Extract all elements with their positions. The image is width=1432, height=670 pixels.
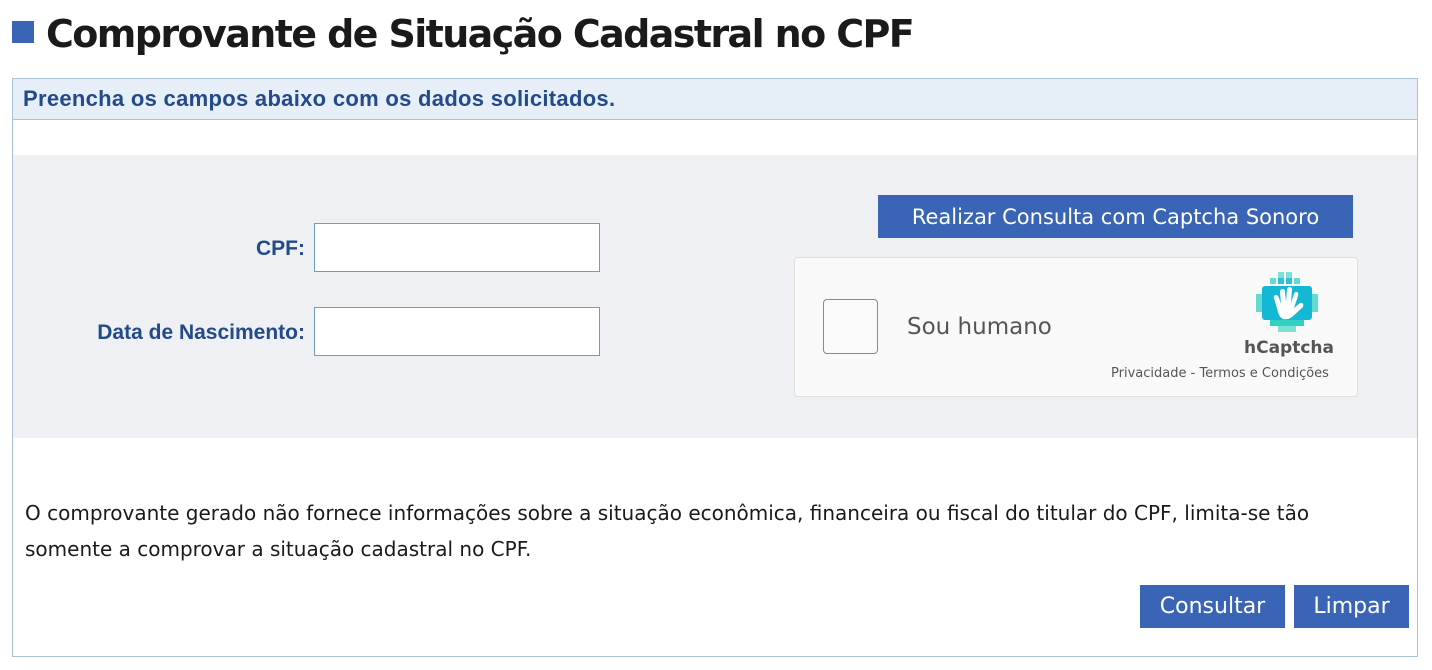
captcha-checkbox-label: Sou humano <box>907 314 1052 340</box>
hcaptcha-hand-icon <box>1256 272 1318 332</box>
disclaimer-text: O comprovante gerado não fornece informa… <box>25 501 1310 561</box>
captcha-checkbox[interactable] <box>823 299 878 354</box>
hcaptcha-widget: Sou humano hCaptcha Privacidade - Termos… <box>794 257 1358 397</box>
links-separator: - <box>1186 366 1200 381</box>
terms-link[interactable]: Termos e Condições <box>1199 366 1329 381</box>
panel-heading: Preencha os campos abaixo com os dados s… <box>13 79 1417 120</box>
cpf-input[interactable] <box>314 223 600 272</box>
submit-button[interactable]: Consultar <box>1140 585 1285 628</box>
page-header: Comprovante de Situação Cadastral no CPF <box>12 4 915 64</box>
hcaptcha-brand: hCaptcha <box>1244 338 1334 358</box>
panel-heading-text: Preencha os campos abaixo com os dados s… <box>23 86 616 111</box>
birth-date-label: Data de Nascimento: <box>97 321 305 344</box>
birth-date-input[interactable] <box>314 307 600 356</box>
clear-button[interactable]: Limpar <box>1294 585 1409 628</box>
audio-captcha-button[interactable]: Realizar Consulta com Captcha Sonoro <box>878 195 1353 238</box>
page-title: Comprovante de Situação Cadastral no CPF <box>46 12 915 56</box>
cpf-label: CPF: <box>256 237 305 260</box>
form-panel: Preencha os campos abaixo com os dados s… <box>12 78 1418 657</box>
captcha-links: Privacidade - Termos e Condições <box>1111 366 1329 381</box>
title-square-icon <box>12 21 34 43</box>
form-area: CPF: Data de Nascimento: Realizar Consul… <box>13 155 1417 438</box>
privacy-link[interactable]: Privacidade <box>1111 366 1186 381</box>
